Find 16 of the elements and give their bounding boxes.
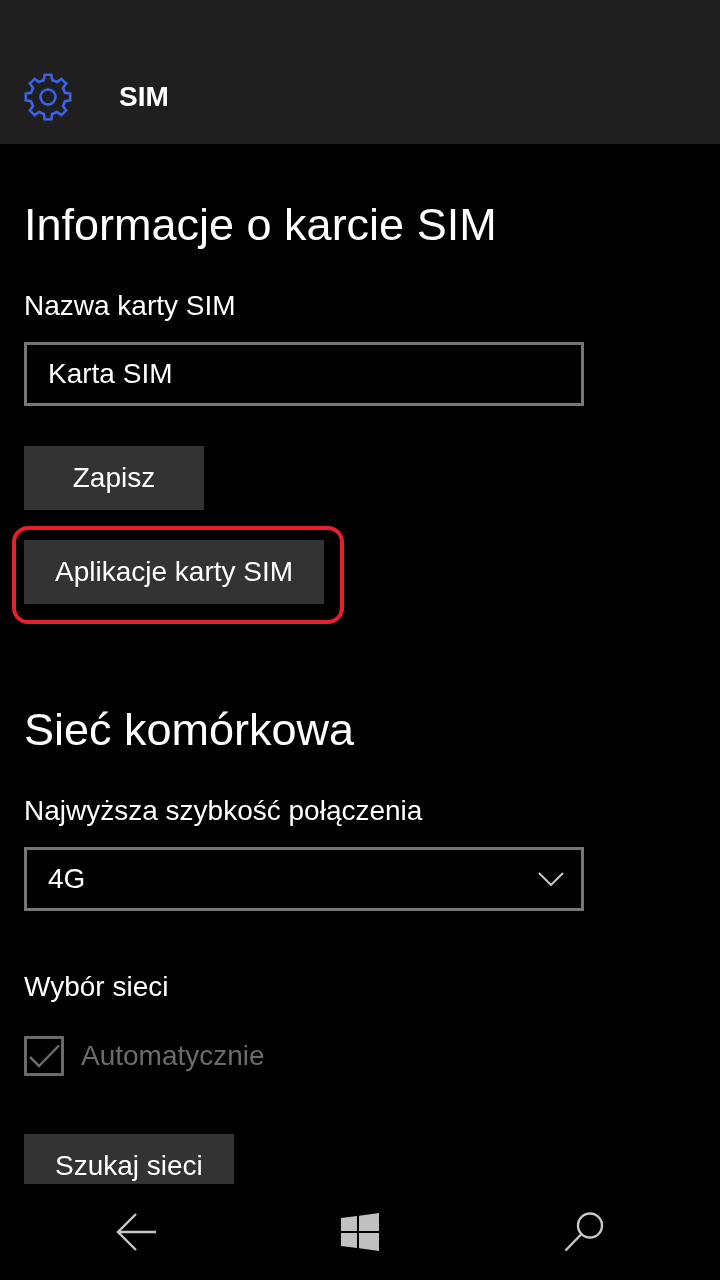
action-button[interactable]: Zapisz [24,446,204,510]
field-label: Najwyższa szybkość połączenia [24,794,424,828]
action-button[interactable]: Szukaj sieci [24,1134,234,1184]
settings-icon [24,73,72,121]
chevron-down-icon [538,872,564,886]
field-label: Wybór sieci [24,970,170,1004]
search-icon[interactable] [564,1212,604,1252]
dropdown[interactable]: 4G [24,847,584,911]
section-heading: Sieć komórkowa [24,703,356,757]
checkmark-icon [28,1044,60,1068]
text-field[interactable]: Karta SIM [24,342,584,406]
page-title: SIM [119,80,169,114]
section-heading: Informacje o karcie SIM [24,198,498,252]
field-label: Nazwa karty SIM [24,289,237,323]
action-button[interactable]: Aplikacje karty SIM [24,540,325,604]
window-panes-icon[interactable] [341,1213,379,1251]
